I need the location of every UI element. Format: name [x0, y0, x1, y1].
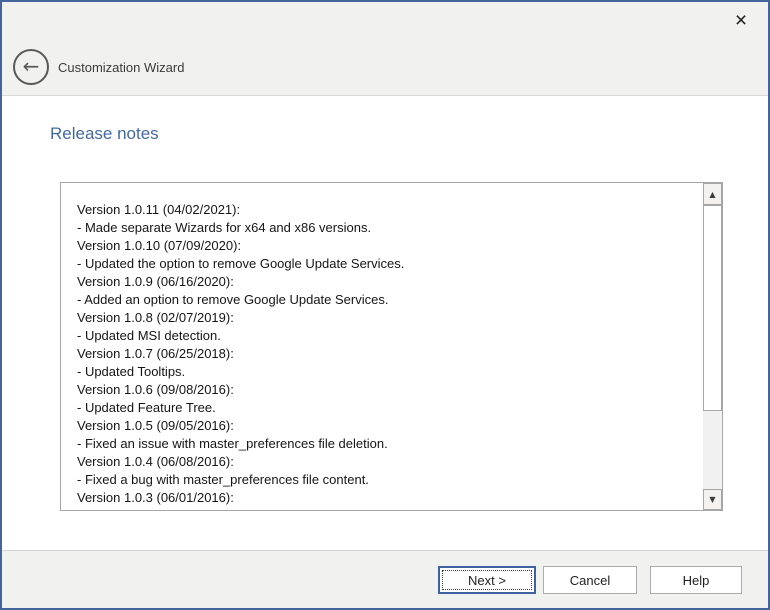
back-button[interactable]: ←	[13, 49, 49, 85]
scrollbar[interactable]: ▲ ▼	[703, 183, 722, 510]
scrollbar-thumb[interactable]	[703, 205, 722, 411]
release-note-line: Version 1.0.7 (06/25/2018):	[77, 345, 693, 363]
help-button[interactable]: Help	[650, 566, 742, 594]
release-note-line: - Fixed an issue with master_preferences…	[77, 435, 693, 453]
scroll-up-button[interactable]: ▲	[703, 183, 722, 205]
window-title: Customization Wizard	[58, 60, 184, 75]
release-note-line: Version 1.0.8 (02/07/2019):	[77, 309, 693, 327]
release-note-line: - Updated MSI detection.	[77, 327, 693, 345]
scroll-down-button[interactable]: ▼	[703, 489, 722, 510]
release-note-line: - Updated Tooltips.	[77, 363, 693, 381]
cancel-button[interactable]: Cancel	[543, 566, 637, 594]
back-arrow-icon: ←	[23, 56, 40, 76]
release-note-line: Version 1.0.11 (04/02/2021):	[77, 201, 693, 219]
wizard-header: ← Customization Wizard ×	[2, 2, 768, 96]
release-notes-text: Version 1.0.11 (04/02/2021):- Made separ…	[61, 183, 703, 510]
release-note-line: - Added an option to remove Google Updat…	[77, 291, 693, 309]
next-button[interactable]: Next >	[438, 566, 536, 594]
release-note-line: Version 1.0.5 (09/05/2016):	[77, 417, 693, 435]
scroll-up-icon: ▲	[709, 190, 715, 199]
close-button[interactable]: ×	[728, 7, 754, 33]
release-note-line: Version 1.0.3 (06/01/2016):	[77, 489, 693, 507]
close-icon: ×	[735, 10, 747, 31]
wizard-window: ← Customization Wizard × Release notes V…	[0, 0, 770, 610]
release-note-line: - Made separate Wizards for x64 and x86 …	[77, 219, 693, 237]
page-title: Release notes	[50, 124, 159, 144]
release-note-line: Version 1.0.6 (09/08/2016):	[77, 381, 693, 399]
release-notes-textbox[interactable]: Version 1.0.11 (04/02/2021):- Made separ…	[60, 182, 723, 511]
scrollbar-track[interactable]	[703, 205, 722, 489]
release-note-line: - Updated the option to remove Google Up…	[77, 255, 693, 273]
release-note-line: Version 1.0.9 (06/16/2020):	[77, 273, 693, 291]
scroll-down-icon: ▼	[709, 495, 715, 504]
release-note-line: Version 1.0.10 (07/09/2020):	[77, 237, 693, 255]
wizard-footer: Next > Cancel Help	[2, 550, 768, 608]
release-note-line: - Fixed a bug with master_preferences fi…	[77, 471, 693, 489]
release-note-line: Version 1.0.4 (06/08/2016):	[77, 453, 693, 471]
release-note-line: - Updated Feature Tree.	[77, 399, 693, 417]
